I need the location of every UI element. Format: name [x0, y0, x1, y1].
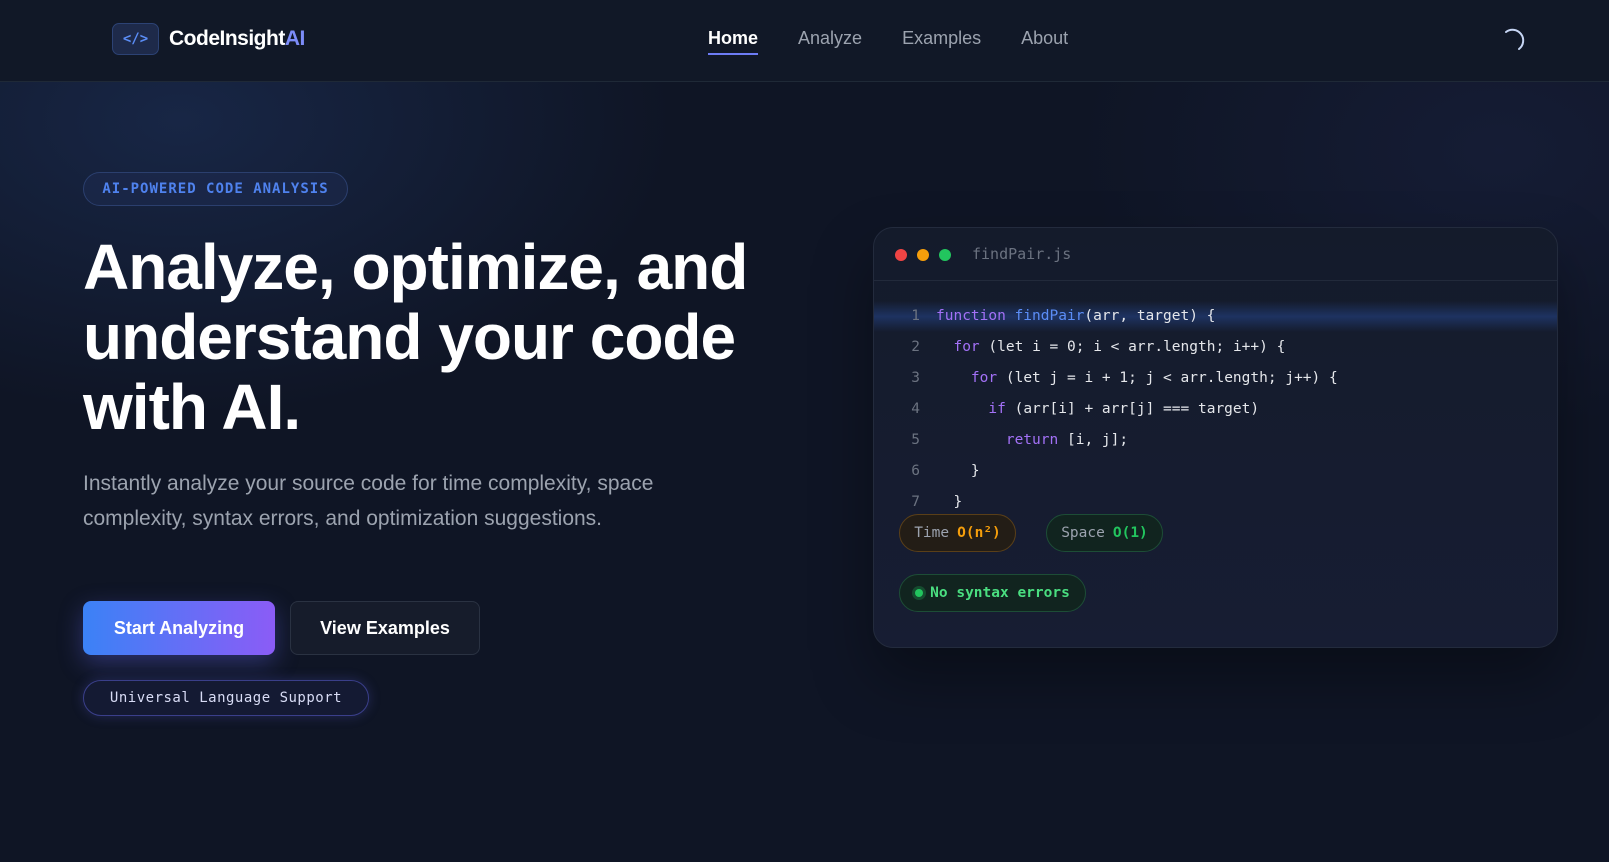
window-maximize-dot — [939, 249, 951, 261]
start-analyzing-button[interactable]: Start Analyzing — [83, 601, 275, 655]
brand-name: CodeInsightAI — [169, 27, 305, 51]
code-card-header: findPair.js — [874, 228, 1557, 281]
space-label: Space — [1061, 525, 1105, 541]
window-close-dot — [895, 249, 907, 261]
hero-headline: Analyze, optimize, and understand your c… — [83, 232, 803, 442]
space-complexity-badge: Space O(1) — [1046, 514, 1163, 552]
code-text: return [i, j]; — [1005, 432, 1129, 448]
language-support-pill: Universal Language Support — [83, 680, 369, 716]
brand-name-accent: AI — [284, 27, 306, 50]
line-number: 6 — [911, 463, 920, 479]
top-navbar: </> CodeInsightAI Home Analyze Examples … — [0, 0, 1609, 82]
hero-subtitle: Instantly analyze your source code for t… — [83, 472, 654, 530]
code-line: 5 return [i, j]; — [874, 425, 1557, 456]
window-minimize-dot — [917, 249, 929, 261]
code-line: 2 for (let i = 0; i < arr.length; i++) { — [874, 332, 1557, 363]
code-line: 1 function findPair(arr, target) { — [874, 301, 1557, 332]
syntax-status-text: No syntax errors — [930, 585, 1070, 601]
headline-line-2: understand your code — [83, 301, 736, 373]
code-line: 3 for (let j = i + 1; j < arr.length; j+… — [874, 363, 1557, 394]
code-text: } — [936, 494, 963, 510]
code-text: function findPair(arr, target) { — [936, 308, 1216, 324]
line-number: 4 — [911, 401, 920, 417]
line-number: 7 — [911, 494, 920, 510]
code-text: } — [936, 463, 980, 479]
hero-badge: AI-POWERED CODE ANALYSIS — [83, 172, 348, 206]
code-line: 6 } — [874, 456, 1557, 487]
time-complexity-badge: Time O(n²) — [899, 514, 1016, 552]
nav-link-analyze[interactable]: Analyze — [798, 28, 862, 55]
space-value: O(1) — [1112, 525, 1148, 541]
line-number: 5 — [911, 432, 920, 448]
time-label: Time — [914, 525, 950, 541]
time-value: O(n²) — [957, 525, 1001, 541]
brand-logo[interactable]: </> CodeInsightAI — [112, 23, 305, 55]
nav-link-examples[interactable]: Examples — [902, 28, 981, 55]
code-text: if (arr[i] + arr[j] === target) — [988, 401, 1260, 417]
brand-name-main: CodeInsight — [169, 27, 285, 50]
code-text: for (let i = 0; i < arr.length; i++) { — [953, 339, 1286, 355]
nav-link-home[interactable]: Home — [708, 28, 759, 55]
headline-line-3: with AI. — [83, 371, 301, 443]
code-preview-card: findPair.js 1 function findPair(arr, tar… — [873, 227, 1558, 648]
status-dot-icon — [915, 589, 924, 597]
line-number: 1 — [911, 308, 920, 324]
code-brackets-icon: </> — [112, 23, 159, 55]
code-line: 7 } — [874, 487, 1557, 511]
line-number: 3 — [911, 370, 920, 386]
code-line: 4 if (arr[i] + arr[j] === target) — [874, 394, 1557, 425]
code-text: for (let j = i + 1; j < arr.length; j++)… — [970, 370, 1338, 386]
line-number: 2 — [911, 339, 920, 355]
moon-icon[interactable] — [1500, 27, 1526, 53]
headline-line-1: Analyze, optimize, and — [83, 231, 748, 303]
syntax-status-badge: No syntax errors — [899, 574, 1086, 612]
nav-links: Home Analyze Examples About — [708, 28, 1108, 55]
nav-link-about[interactable]: About — [1021, 28, 1068, 55]
view-examples-button[interactable]: View Examples — [290, 601, 480, 655]
code-block: 1 function findPair(arr, target) { 2 for… — [874, 301, 1557, 511]
code-filename: findPair.js — [972, 245, 1072, 263]
